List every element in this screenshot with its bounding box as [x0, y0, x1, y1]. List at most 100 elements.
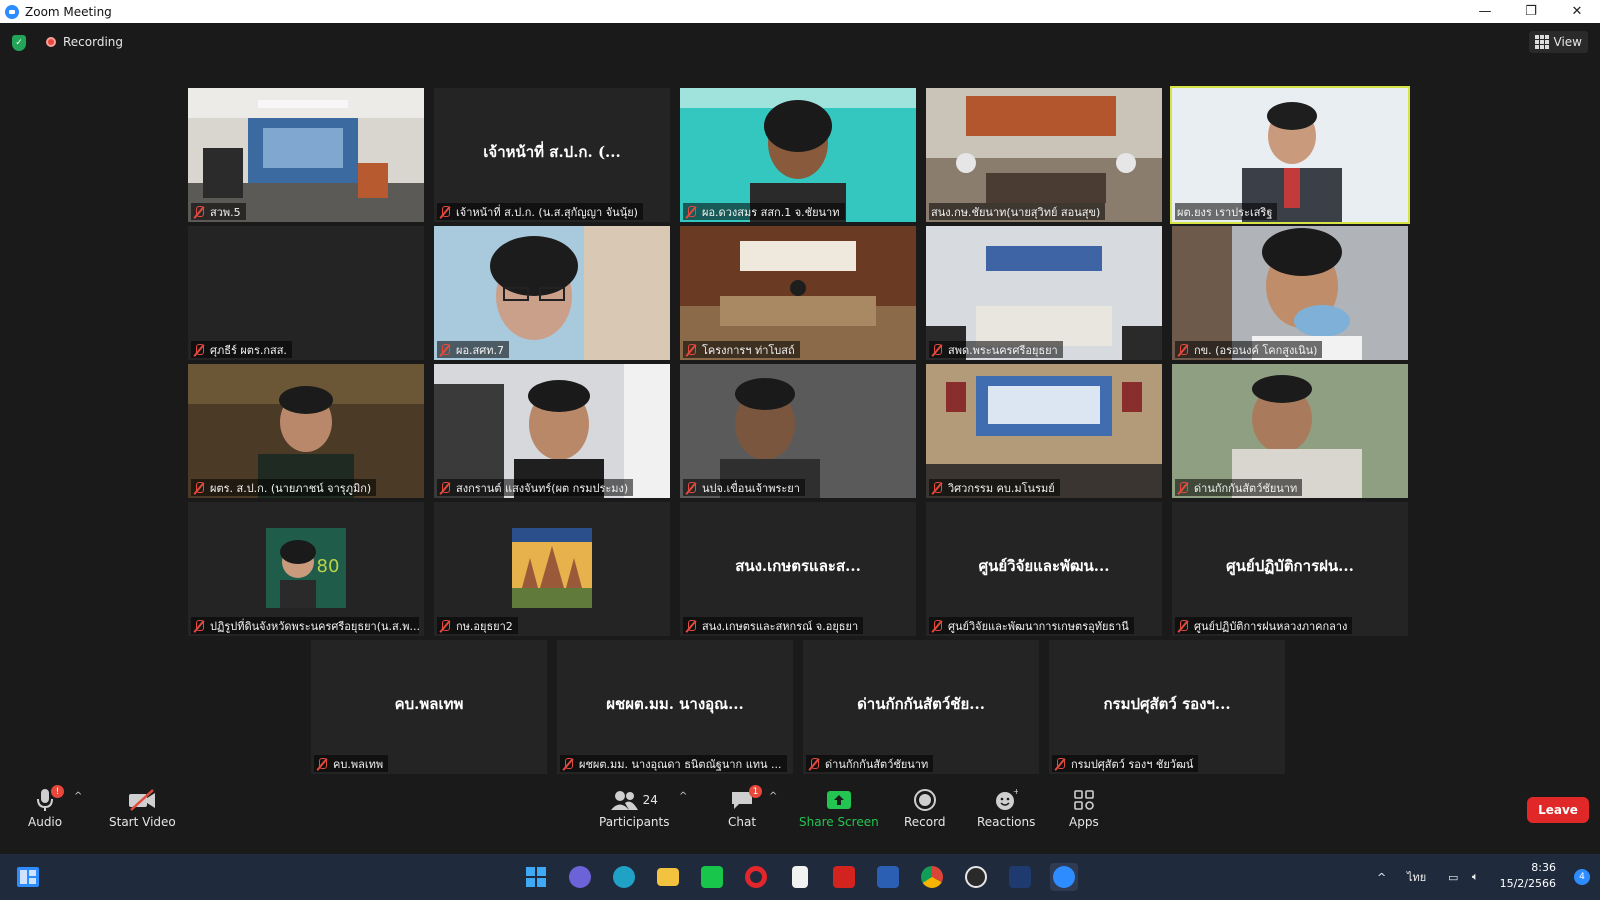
video-tile[interactable]: เจ้าหน้าที่ ส.ป.ก. (... เจ้าหน้าที่ ส.ป.…: [434, 88, 670, 222]
video-tile[interactable]: กรมปศุสัตว์ รองฯ... กรมปศุสัตว์ รองฯ ชัย…: [1049, 640, 1285, 774]
profile-picture: [512, 528, 592, 608]
video-tile[interactable]: สงกรานต์ แสงจันทร์(ผต กรมประมง): [434, 364, 670, 498]
widgets-icon[interactable]: [14, 863, 42, 891]
participant-name-bar: ผชผต.มม. นางอุณดา ธนิตณัฐนาก แทน ...: [560, 755, 787, 772]
mic-muted-icon: [439, 619, 451, 632]
share-screen-button[interactable]: Share Screen: [799, 785, 879, 829]
mic-muted-icon: [193, 619, 205, 632]
participant-name: ศูนย์วิจัยและพัฒนาการเกษตรอุทัยธานี: [948, 619, 1129, 633]
participant-name: คบ.พลเทพ: [333, 757, 384, 771]
document-file-icon[interactable]: [786, 863, 814, 891]
chat-label: Chat: [728, 815, 757, 829]
chat-button[interactable]: 1 Chat: [728, 785, 763, 829]
share-screen-icon: [826, 785, 852, 815]
audio-options-caret-icon[interactable]: ^: [74, 791, 82, 802]
video-tile[interactable]: สพด.พระนครศรีอยุธยา: [926, 226, 1162, 360]
participant-name: นปจ.เขื่อนเจ้าพระยา: [702, 481, 800, 495]
leave-button[interactable]: Leave: [1527, 797, 1589, 823]
video-tile[interactable]: สนง.เกษตรและส... สนง.เกษตรและสหกรณ์ จ.อย…: [680, 502, 916, 636]
participant-name: โครงการฯ ท่าโบสถ์: [702, 343, 795, 357]
line-app-icon[interactable]: [698, 863, 726, 891]
windows-start-icon[interactable]: [522, 863, 550, 891]
participant-center-name: ด่านกักกันสัตว์ชัย...: [857, 695, 985, 713]
mic-muted-icon: [931, 481, 943, 494]
opera-browser-icon[interactable]: [742, 863, 770, 891]
apps-button[interactable]: Apps: [1069, 785, 1099, 829]
video-tile[interactable]: วิศวกรรม คบ.มโนรมย์: [926, 364, 1162, 498]
video-tile[interactable]: กข. (อรอนงค์ โคกสูงเนิน): [1172, 226, 1408, 360]
view-button[interactable]: View: [1528, 31, 1588, 53]
notification-center-badge[interactable]: 4: [1574, 869, 1590, 885]
participant-name-bar: เจ้าหน้าที่ ส.ป.ก. (น.ส.สุกัญญา จันนุ้ย): [437, 203, 643, 220]
edge-browser-icon[interactable]: [610, 863, 638, 891]
video-tile[interactable]: ด่านกักกันสัตว์ชัยนาท: [1172, 364, 1408, 498]
video-tile-active-speaker[interactable]: ผต.ยงร เราประเสริฐ: [1170, 86, 1410, 224]
mic-muted-icon: [193, 343, 205, 356]
taskbar-clock[interactable]: 8:36 15/2/2566: [1500, 860, 1556, 892]
video-tile[interactable]: 80 ปฏิรูปที่ดินจังหวัดพระนครศรีอยุธยา(น.…: [188, 502, 424, 636]
record-button[interactable]: Record: [904, 785, 945, 829]
video-feed-office-room: [188, 88, 424, 222]
video-tile[interactable]: ผอ.ดวงสมร สสก.1 จ.ชัยนาท: [680, 88, 916, 222]
mic-muted-icon: [1054, 757, 1066, 770]
network-icon[interactable]: ▭: [1448, 854, 1458, 900]
mic-muted-icon: [1177, 481, 1189, 494]
security-shield-icon[interactable]: ✓: [12, 35, 26, 51]
participant-name: กษ.อยุธยา2: [456, 619, 513, 633]
mic-muted-icon: [931, 343, 943, 356]
chrome-browser-icon[interactable]: [918, 863, 946, 891]
video-tile[interactable]: นปจ.เขื่อนเจ้าพระยา: [680, 364, 916, 498]
view-label: View: [1553, 35, 1582, 49]
video-tile[interactable]: คบ.พลเทพ คบ.พลเทพ: [311, 640, 547, 774]
video-tile[interactable]: ศูนย์ปฏิบัติการฝน... ศูนย์ปฏิบัติการฝนหล…: [1172, 502, 1408, 636]
participants-options-caret-icon[interactable]: ^: [679, 791, 687, 802]
participant-name-bar: ศูนย์ปฏิบัติการฝนหลวงภาคกลาง: [1175, 617, 1353, 634]
participant-name: สงกรานต์ แสงจันทร์(ผต กรมประมง): [456, 481, 629, 495]
participant-name: สนง.กษ.ชัยนาท(นายสุวิทย์ สอนสุข): [931, 205, 1101, 219]
zoom-app-icon[interactable]: [1050, 863, 1078, 891]
mic-muted-icon: [808, 757, 820, 770]
participant-name-bar: ผอ.สศท.7: [437, 341, 509, 358]
volume-icon[interactable]: 🔈︎: [1472, 854, 1479, 900]
file-explorer-icon[interactable]: [654, 863, 682, 891]
mic-muted-icon: [439, 481, 451, 494]
participants-count: 24: [642, 793, 658, 807]
apps-label: Apps: [1069, 815, 1099, 829]
minimize-button[interactable]: —: [1462, 0, 1508, 23]
recording-dot-icon: [46, 37, 56, 47]
zoom-logo-icon: [5, 4, 19, 19]
video-tile[interactable]: ผอ.สศท.7: [434, 226, 670, 360]
video-tile[interactable]: ศูนย์วิจัยและพัฒน... ศูนย์วิจัยและพัฒนาก…: [926, 502, 1162, 636]
reactions-button[interactable]: + Reactions: [977, 785, 1035, 829]
acrobat-reader-icon[interactable]: [830, 863, 858, 891]
participant-name: ผต.ยงร เราประเสริฐ: [1177, 205, 1273, 219]
teams-chat-icon[interactable]: [566, 863, 594, 891]
audio-button[interactable]: ! Audio: [28, 785, 65, 829]
close-button[interactable]: ✕: [1554, 0, 1600, 23]
chat-options-caret-icon[interactable]: ^: [769, 791, 777, 802]
video-tile[interactable]: โครงการฯ ท่าโบสถ์: [680, 226, 916, 360]
recording-indicator[interactable]: Recording: [46, 35, 123, 49]
video-off-icon: [127, 785, 157, 815]
restore-button[interactable]: ❐: [1508, 0, 1554, 23]
audio-app-icon[interactable]: [1006, 863, 1034, 891]
record-icon: [913, 785, 936, 815]
mic-muted-icon: [439, 205, 451, 218]
video-tile[interactable]: ผตร. ส.ป.ก. (นายภาชน์ จารุภูมิก): [188, 364, 424, 498]
participant-center-name: กรมปศุสัตว์ รองฯ...: [1103, 695, 1231, 713]
video-tile[interactable]: สนง.กษ.ชัยนาท(นายสุวิทย์ สอนสุข): [926, 88, 1162, 222]
start-video-button[interactable]: Start Video: [109, 785, 176, 829]
word-app-icon[interactable]: [874, 863, 902, 891]
video-tile[interactable]: สวพ.5: [188, 88, 424, 222]
video-tile[interactable]: ด่านกักกันสัตว์ชัย... ด่านกักกันสัตว์ชัย…: [803, 640, 1039, 774]
video-tile[interactable]: กษ.อยุธยา2: [434, 502, 670, 636]
video-tile[interactable]: ผชผต.มม. นางอุณ... ผชผต.มม. นางอุณดา ธนิ…: [557, 640, 793, 774]
input-language[interactable]: ไทย: [1407, 854, 1426, 900]
show-hidden-icons-chevron-icon[interactable]: ^: [1377, 854, 1386, 900]
media-player-icon[interactable]: [962, 863, 990, 891]
participant-name: สพด.พระนครศรีอยุธยา: [948, 343, 1058, 357]
video-feed-man-suit: [1172, 88, 1408, 222]
start-video-label: Start Video: [109, 815, 176, 829]
video-tile[interactable]: ศุภธีร์ ผตร.กสส.: [188, 226, 424, 360]
participants-button[interactable]: 24 Participants: [599, 785, 670, 829]
